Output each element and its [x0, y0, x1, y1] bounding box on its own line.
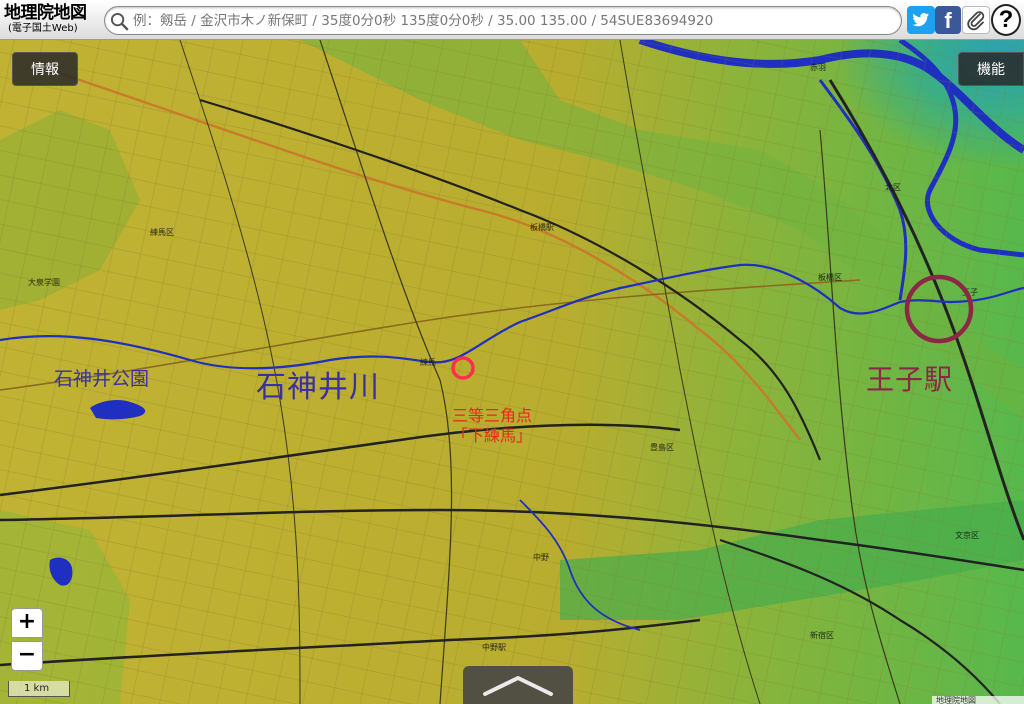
functions-button[interactable]: 機能: [958, 52, 1024, 86]
info-button[interactable]: 情報: [12, 52, 78, 86]
facebook-icon: f: [944, 8, 952, 33]
zoom-in-button[interactable]: +: [11, 608, 43, 638]
logo-title: 地理院地図: [4, 3, 87, 23]
label-toshima-ku: 豊島区: [650, 442, 674, 452]
label-nakano-st: 中野駅: [482, 642, 506, 652]
logo-subtitle: (電子国土Web): [8, 23, 78, 34]
annotation-shakujii-river: 石神井川: [256, 370, 380, 405]
chevron-up-icon: [483, 676, 553, 696]
label-nerima-ku: 練馬区: [150, 227, 174, 237]
twitter-icon: [912, 13, 929, 27]
expand-panel-button[interactable]: [463, 666, 573, 704]
site-logo[interactable]: 地理院地図 (電子国土Web): [4, 3, 100, 37]
annotation-triangulation-line2: 「下練馬」: [452, 426, 533, 445]
label-shinjuku-ku: 新宿区: [810, 630, 834, 640]
top-bar: 地理院地図 (電子国土Web) f ?: [0, 0, 1024, 40]
search-input[interactable]: [133, 10, 893, 31]
facebook-share-button[interactable]: f: [935, 6, 961, 34]
paperclip-icon: [967, 11, 985, 31]
link-button[interactable]: [962, 6, 990, 34]
label-bunkyo-ku: 文京区: [955, 530, 979, 540]
map-attribution[interactable]: 地理院地図: [932, 696, 1024, 704]
label-kita-ku: 北区: [885, 183, 901, 192]
label-itabashi: 板橋区: [818, 272, 842, 282]
label-oizumi: 大泉学園: [28, 277, 60, 287]
label-nerima-st: 練馬: [420, 357, 436, 367]
question-icon: ?: [998, 6, 1014, 33]
annotation-shakujii-park: 石神井公園: [54, 368, 150, 390]
twitter-share-button[interactable]: [907, 6, 935, 34]
label-akabane: 赤羽: [810, 63, 826, 72]
zoom-out-button[interactable]: −: [11, 641, 43, 671]
label-itabashi-st: 板橋駅: [530, 222, 554, 232]
map-view[interactable]: 練馬区 北区 豊島区 板橋区 文京区 新宿区 中野 大泉学園 練馬 王子 赤羽 …: [0, 40, 1024, 704]
label-nakano: 中野: [533, 552, 549, 562]
annotation-triangulation: 三等三角点 「下練馬」: [452, 406, 532, 446]
scale-bar: 1 km: [8, 681, 70, 697]
annotation-triangulation-line1: 三等三角点: [452, 406, 533, 425]
search-box[interactable]: [104, 6, 902, 35]
annotation-oji-station: 王子駅: [866, 363, 954, 396]
help-button[interactable]: ?: [991, 4, 1021, 36]
search-icon: [110, 12, 129, 31]
